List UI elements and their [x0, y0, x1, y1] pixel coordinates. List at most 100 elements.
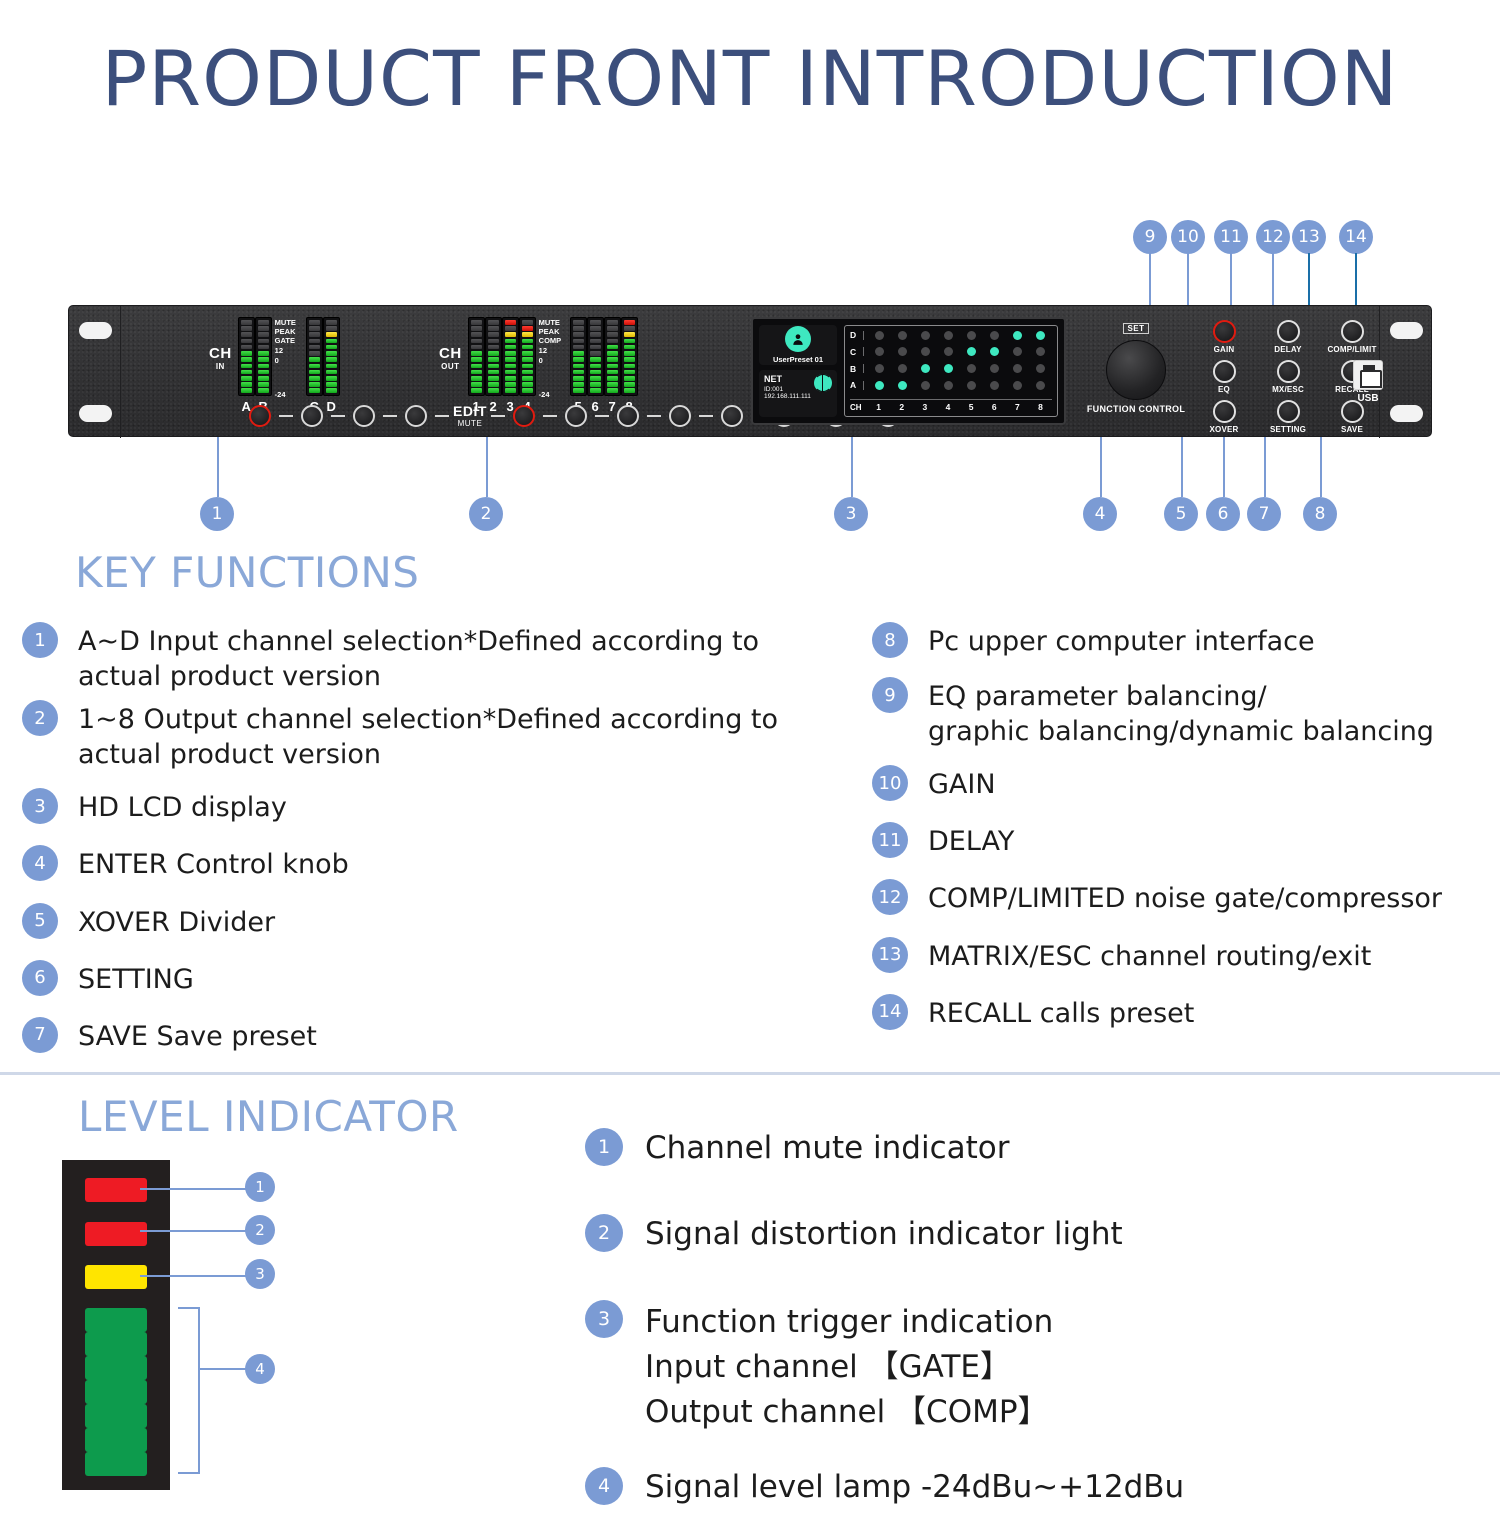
button-eq[interactable]: EQ: [1199, 360, 1249, 394]
mute-button-a[interactable]: [249, 404, 271, 427]
level-indicator-item: 3 Function trigger indication Input chan…: [585, 1299, 1485, 1435]
button-connector: [331, 414, 345, 417]
function-control-knob[interactable]: [1106, 340, 1166, 400]
key-functions-heading: KEY FUNCTIONS: [75, 548, 420, 597]
meter-bar: [237, 317, 255, 396]
mute-button-2[interactable]: [564, 404, 587, 427]
button-comp-limit[interactable]: COMP/LIMIT: [1327, 320, 1377, 354]
button-xover[interactable]: XOVER: [1199, 400, 1249, 434]
li-leader-1: [140, 1188, 250, 1190]
key-function-item: 14 RECALL calls preset: [872, 993, 1492, 1031]
edit-mute-label: EDIT MUTE: [453, 403, 487, 428]
callout-11: 11: [1214, 220, 1248, 254]
led-segment-level: [85, 1332, 147, 1356]
usb-icon[interactable]: [1353, 360, 1383, 390]
callout-7: 7: [1247, 497, 1281, 531]
callout-12: 12: [1256, 220, 1290, 254]
usb-port-area[interactable]: USB: [1353, 360, 1383, 404]
mute-button-1[interactable]: [512, 404, 535, 427]
setting-button[interactable]: [1276, 400, 1300, 423]
key-function-item: 10 GAIN: [872, 765, 1492, 802]
mute-button-b[interactable]: [301, 404, 323, 427]
rack-slot: [79, 405, 112, 422]
leader-8: [1320, 437, 1322, 497]
level-indicator-item: 4 Signal level lamp -24dBu~+12dBu: [585, 1466, 1485, 1509]
matrix-column-header: CH 1 2 3 4 5 6 7 8: [850, 399, 1052, 412]
callout-2: 2: [469, 497, 503, 531]
meter-3: 3: [501, 317, 519, 414]
matrix-row-b: B: [850, 364, 1052, 374]
button-connector: [490, 414, 505, 417]
matrix-row-c: C: [850, 347, 1052, 357]
meter-8: 8: [620, 317, 638, 414]
lcd-display[interactable]: UserPreset 01 NET ID:001 192.168.111.111…: [751, 317, 1066, 425]
leader-4: [1100, 437, 1102, 497]
meter-b: B: [254, 317, 272, 414]
li-bracket-top: [178, 1307, 200, 1309]
mute-button-4[interactable]: [668, 404, 691, 427]
globe-icon: [814, 373, 832, 392]
key-function-item: 13 MATRIX/ESC channel routing/exit: [872, 936, 1492, 974]
meter-c: C: [305, 317, 323, 414]
page-title: PRODUCT FRONT INTRODUCTION: [101, 34, 1399, 123]
mute-button-c[interactable]: [353, 404, 375, 427]
led-segment-mute: [85, 1178, 147, 1202]
rack-slot: [1390, 405, 1423, 422]
meter-bar: [603, 317, 621, 396]
meter-bar: [484, 317, 502, 396]
key-function-item: 12 COMP/LIMITED noise gate/compressor: [872, 879, 1492, 916]
leader-2: [486, 437, 488, 497]
callout-8: 8: [1303, 497, 1337, 531]
meter-bar: [254, 317, 272, 396]
meter-6: 6: [586, 317, 604, 414]
callout-14: 14: [1339, 220, 1373, 254]
mute-button-d[interactable]: [405, 404, 427, 427]
button-mx-esc[interactable]: MX/ESC: [1263, 360, 1313, 394]
preset-name: UserPreset 01: [772, 354, 824, 364]
led-segment-level: [85, 1356, 147, 1380]
meter-bar: [305, 317, 323, 396]
key-function-item: 1 A~D Input channel selection*Defined ac…: [22, 622, 882, 694]
device-id: ID:001: [764, 385, 784, 393]
lcd-left-column: UserPreset 01 NET ID:001 192.168.111.111: [759, 325, 837, 417]
mx-esc-button[interactable]: [1276, 360, 1300, 383]
li-leader-4: [198, 1368, 250, 1370]
ip-address: 192.168.111.111: [764, 392, 811, 400]
button-connector: [279, 414, 293, 417]
key-function-item: 4 ENTER Control knob: [22, 845, 882, 882]
routing-matrix[interactable]: D C B A CH 1 2 3 4 5 6 7 8: [844, 325, 1058, 417]
button-gain[interactable]: GAIN: [1199, 320, 1249, 354]
key-functions-left-column: 1 A~D Input channel selection*Defined ac…: [22, 622, 882, 1060]
led-segment-peak: [85, 1222, 147, 1246]
device-chassis: CH IN A MUTE PEAK GATE 12 0 -24 D CH OUT…: [68, 305, 1432, 438]
user-icon: [785, 325, 811, 352]
xover-button[interactable]: [1212, 400, 1236, 423]
delay-button[interactable]: [1276, 320, 1300, 343]
button-setting[interactable]: SETTING: [1263, 400, 1313, 434]
button-save[interactable]: SAVE: [1327, 400, 1377, 434]
comp-limit-button[interactable]: [1340, 320, 1364, 343]
led-segment-level: [85, 1308, 147, 1332]
meter-bar: [518, 317, 536, 396]
mute-button-3[interactable]: [616, 404, 639, 427]
callout-1: 1: [200, 497, 234, 531]
input-scale: MUTE PEAK GATE 12 0 -24: [274, 318, 296, 399]
li-bracket-spine: [198, 1307, 200, 1474]
meter-1: 1: [467, 317, 485, 414]
output-ch-label: CH OUT: [439, 345, 462, 371]
function-control-caption: FUNCTION CONTROL: [1086, 404, 1186, 414]
eq-button[interactable]: [1212, 360, 1236, 383]
meter-bar: [467, 317, 485, 396]
button-delay[interactable]: DELAY: [1263, 320, 1313, 354]
mute-button-5[interactable]: [720, 404, 743, 427]
li-callout-4: 4: [245, 1354, 275, 1384]
matrix-row-d: D: [850, 330, 1052, 340]
button-connector: [383, 414, 397, 417]
matrix-row-a: A: [850, 380, 1052, 390]
meter-bar: [322, 317, 340, 396]
leader-1: [217, 437, 219, 497]
led-segment-level: [85, 1380, 147, 1404]
gain-button[interactable]: [1212, 320, 1236, 343]
output-scale: MUTE PEAK COMP 12 0 -24: [538, 318, 562, 399]
meter-bar: [620, 317, 638, 396]
